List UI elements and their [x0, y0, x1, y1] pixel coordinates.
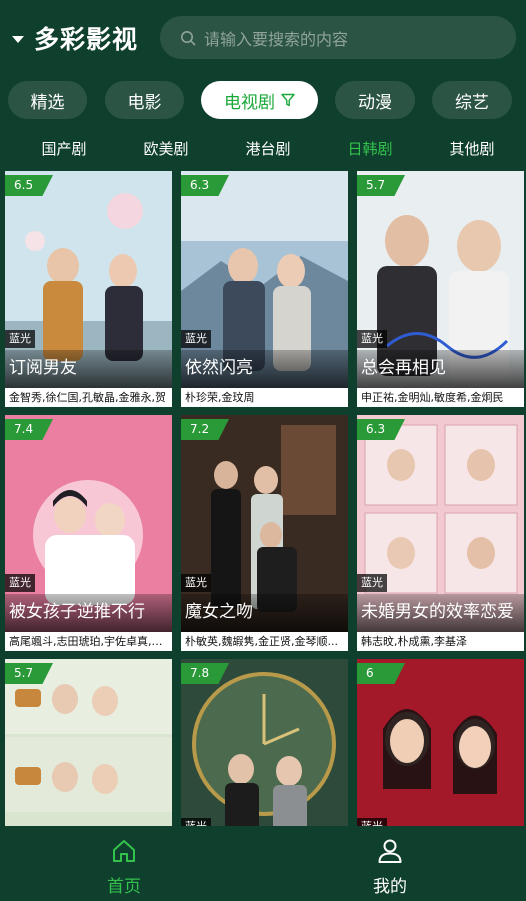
tab-featured[interactable]: 精选: [8, 81, 87, 119]
tab-label: 综艺: [455, 92, 489, 113]
caret-down-icon[interactable]: [12, 35, 24, 43]
drama-card[interactable]: 5.7: [5, 659, 172, 826]
drama-title: 依然闪亮: [181, 350, 348, 388]
filter-icon[interactable]: [281, 93, 295, 107]
drama-grid: 6.5 蓝光 订阅男友 金智秀,徐仁国,孔敏晶,金雅永,贺 6.3 蓝光 依然闪…: [0, 171, 526, 826]
search-bar[interactable]: 请输入要搜索的内容: [160, 16, 516, 59]
quality-badge: 蓝光: [181, 330, 211, 348]
tab-label: 电影: [127, 92, 162, 113]
drama-title: 未婚男女的效率恋爱: [357, 594, 524, 632]
search-input[interactable]: 请输入要搜索的内容: [204, 26, 348, 50]
drama-title: 魔女之吻: [181, 594, 348, 632]
drama-card[interactable]: 7.2 蓝光 魔女之吻 朴敏英,魏嘏隽,金正贤,金琴顺...: [181, 415, 348, 651]
drama-cast: 朴珍荣,金玟周: [181, 388, 348, 407]
nav-home[interactable]: 首页: [64, 826, 184, 901]
drama-title: 订阅男友: [5, 350, 172, 388]
poster-image: [181, 659, 348, 826]
tab-tv-series[interactable]: 电视剧: [201, 81, 318, 119]
drama-cast: 韩志旼,朴成熏,李基泽: [357, 632, 524, 651]
subcategory-tabs: 国产剧 欧美剧 港台剧 日韩剧 其他剧: [0, 138, 526, 162]
tab-variety[interactable]: 综艺: [432, 81, 512, 119]
quality-badge: 蓝光: [357, 574, 387, 592]
home-icon: [113, 840, 135, 862]
drama-cast: 朴敏英,魏嘏隽,金正贤,金琴顺...: [181, 632, 348, 651]
tab-anime[interactable]: 动漫: [335, 81, 415, 119]
drama-cast: 高尾颯斗,志田琥珀,宇佐卓真,世...: [5, 632, 172, 651]
subtab-jp-kr[interactable]: 日韩剧: [320, 138, 420, 159]
nav-profile[interactable]: 我的: [330, 826, 450, 901]
drama-card[interactable]: 7.8 蓝光: [181, 659, 348, 826]
tab-movies[interactable]: 电影: [105, 81, 184, 119]
quality-badge: 蓝光: [5, 330, 35, 348]
app-title-switcher[interactable]: 多彩影视: [12, 20, 152, 56]
search-icon: [181, 30, 196, 45]
subtab-western[interactable]: 欧美剧: [116, 138, 216, 159]
drama-cast: 申正祐,金明灿,敏度希,金炯民: [357, 388, 524, 407]
drama-card[interactable]: 6.5 蓝光 订阅男友 金智秀,徐仁国,孔敏晶,金雅永,贺: [5, 171, 172, 407]
tab-label: 动漫: [358, 92, 392, 113]
drama-title: 总会再相见: [357, 350, 524, 388]
subtab-domestic[interactable]: 国产剧: [14, 138, 114, 159]
category-tabs: 精选 电影 电视剧 动漫 综艺: [0, 81, 526, 121]
drama-card[interactable]: 6.3 蓝光 未婚男女的效率恋爱 韩志旼,朴成熏,李基泽: [357, 415, 524, 651]
tab-label: 精选: [30, 92, 65, 113]
nav-profile-label: 我的: [373, 877, 407, 897]
subtab-other[interactable]: 其他剧: [422, 138, 522, 159]
subtab-hk-tw[interactable]: 港台剧: [218, 138, 318, 159]
quality-badge: 蓝光: [181, 574, 211, 592]
drama-cast: 金智秀,徐仁国,孔敏晶,金雅永,贺: [5, 388, 172, 407]
nav-home-label: 首页: [107, 877, 141, 897]
quality-badge: 蓝光: [5, 574, 35, 592]
drama-card[interactable]: 6 蓝光: [357, 659, 524, 826]
quality-badge: 蓝光: [357, 818, 387, 826]
drama-card[interactable]: 6.3 蓝光 依然闪亮 朴珍荣,金玟周: [181, 171, 348, 407]
app-title: 多彩影视: [34, 25, 139, 54]
drama-card[interactable]: 7.4 蓝光 被女孩子逆推不行 高尾颯斗,志田琥珀,宇佐卓真,世...: [5, 415, 172, 651]
poster-image: [357, 659, 524, 826]
quality-badge: 蓝光: [181, 818, 211, 826]
drama-card[interactable]: 5.7 蓝光 总会再相见 申正祐,金明灿,敏度希,金炯民: [357, 171, 524, 407]
poster-image: [5, 659, 172, 826]
bottom-navigation: 首页 我的: [0, 826, 526, 901]
header: 多彩影视 请输入要搜索的内容: [0, 0, 526, 76]
drama-title: 被女孩子逆推不行: [5, 594, 172, 632]
user-icon: [378, 839, 402, 863]
tab-label: 电视剧: [224, 92, 275, 113]
quality-badge: 蓝光: [357, 330, 387, 348]
